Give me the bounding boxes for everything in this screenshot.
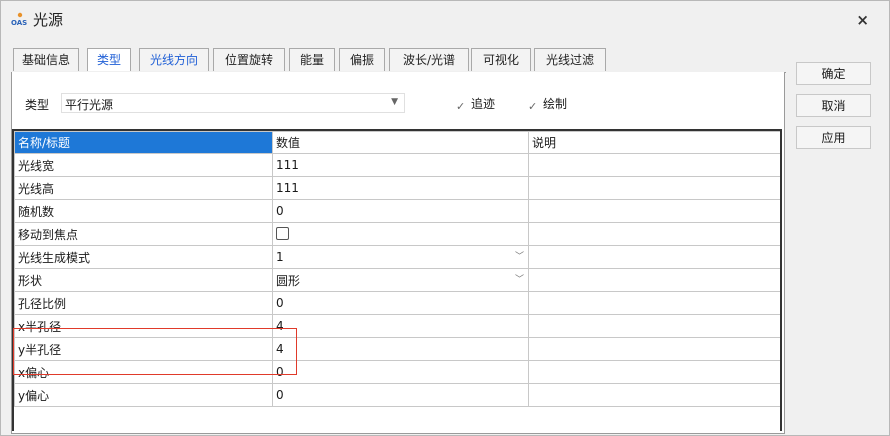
tab-bar: 基础信息 类型 光线方向 位置旋转 能量 偏振 波长/光谱 可视化 光线过滤 — [11, 46, 786, 73]
move-to-focus-checkbox[interactable] — [276, 226, 289, 240]
row-name: 孔径比例 — [14, 291, 273, 315]
row-name: y偏心 — [14, 383, 273, 407]
close-icon[interactable]: × — [856, 11, 869, 29]
row-description — [528, 153, 780, 177]
table-row: 光线高 111 — [14, 176, 780, 200]
row-name: 光线高 — [14, 176, 273, 200]
tab-position-rotation[interactable]: 位置旋转 — [213, 48, 285, 71]
tab-basic-info[interactable]: 基础信息 — [13, 48, 79, 71]
row-value-input[interactable]: 111 — [272, 176, 529, 200]
row-value-dropdown[interactable]: 1 ﹀ — [272, 245, 529, 269]
row-value-input[interactable]: 0 — [272, 360, 529, 384]
row-name: 移动到焦点 — [14, 222, 273, 246]
row-value-input[interactable]: 0 — [272, 383, 529, 407]
title-bar: OAS 光源 × — [1, 1, 889, 37]
tab-energy[interactable]: 能量 — [289, 48, 335, 71]
row-value-dropdown[interactable]: 圆形 ﹀ — [272, 268, 529, 292]
row-description — [528, 360, 780, 384]
light-source-dialog: OAS 光源 × 基础信息 类型 光线方向 位置旋转 能量 偏振 波长/光谱 可… — [0, 0, 890, 436]
header-row: 名称/标题 数值 说明 — [14, 131, 780, 154]
row-description — [528, 222, 780, 246]
cancel-button[interactable]: 取消 — [796, 94, 871, 117]
row-value-input[interactable]: 4 — [272, 337, 529, 361]
row-description — [528, 176, 780, 200]
tab-ray-filter[interactable]: 光线过滤 — [534, 48, 606, 71]
ok-button[interactable]: 确定 — [796, 62, 871, 85]
row-description — [528, 245, 780, 269]
tab-type[interactable]: 类型 — [87, 48, 131, 71]
chevron-down-icon: ▼ — [391, 97, 398, 107]
row-name: x半孔径 — [14, 314, 273, 338]
dropdown-value: 圆形 — [276, 273, 301, 288]
row-description — [528, 314, 780, 338]
row-value-input[interactable]: 0 — [272, 199, 529, 223]
table-row: 移动到焦点 — [14, 222, 780, 246]
tab-polarization[interactable]: 偏振 — [339, 48, 385, 71]
column-header-description[interactable]: 说明 — [528, 131, 780, 154]
table-row: 光线生成模式 1 ﹀ — [14, 245, 780, 269]
table-row: 光线宽 111 — [14, 153, 780, 177]
row-description — [528, 199, 780, 223]
window-title: 光源 — [33, 11, 64, 29]
trace-label: 追迹 — [471, 97, 496, 111]
draw-checkbox[interactable]: ✓ 绘制 — [528, 95, 567, 113]
table-row: x半孔径 4 — [14, 314, 780, 338]
chevron-down-icon: ﹀ — [514, 275, 524, 285]
column-header-name[interactable]: 名称/标题 — [14, 131, 273, 154]
row-name: 光线宽 — [14, 153, 273, 177]
checkmark-icon: ✓ — [456, 100, 466, 113]
table-row: 形状 圆形 ﹀ — [14, 268, 780, 292]
dropdown-value: 1 — [276, 250, 284, 264]
apply-button[interactable]: 应用 — [796, 126, 871, 149]
row-name: x偏心 — [14, 360, 273, 384]
row-name: 形状 — [14, 268, 273, 292]
draw-label: 绘制 — [543, 97, 568, 111]
table-row: 随机数 0 — [14, 199, 780, 223]
row-name: 随机数 — [14, 199, 273, 223]
row-name: 光线生成模式 — [14, 245, 273, 269]
row-value-input[interactable]: 4 — [272, 314, 529, 338]
type-label: 类型 — [25, 98, 50, 112]
row-value-input[interactable]: 111 — [272, 153, 529, 177]
column-header-value[interactable]: 数值 — [272, 131, 529, 154]
row-description — [528, 291, 780, 315]
checkmark-icon: ✓ — [528, 100, 538, 113]
row-description — [528, 383, 780, 407]
table-row: 孔径比例 0 — [14, 291, 780, 315]
trace-checkbox[interactable]: ✓ 追迹 — [456, 95, 495, 113]
tab-ray-direction[interactable]: 光线方向 — [139, 48, 209, 71]
row-value-input[interactable]: 0 — [272, 291, 529, 315]
row-value-checkbox-cell — [272, 222, 529, 246]
type-value: 平行光源 — [65, 98, 114, 112]
row-name: y半孔径 — [14, 337, 273, 361]
oas-logo-icon: OAS — [11, 12, 29, 26]
tab-wavelength-spectrum[interactable]: 波长/光谱 — [389, 48, 469, 71]
type-dropdown[interactable]: 平行光源 ▼ — [61, 93, 405, 113]
table-row: y偏心 0 — [14, 383, 780, 407]
svg-text:OAS: OAS — [11, 19, 27, 26]
chevron-down-icon: ﹀ — [514, 252, 524, 262]
table-row: x偏心 0 — [14, 360, 780, 384]
row-description — [528, 337, 780, 361]
property-grid: 名称/标题 数值 说明 光线宽 111 光线高 111 随机数 0 移动到焦点 … — [12, 129, 782, 431]
tab-visualization[interactable]: 可视化 — [471, 48, 531, 71]
table-row: y半孔径 4 — [14, 337, 780, 361]
row-description — [528, 268, 780, 292]
